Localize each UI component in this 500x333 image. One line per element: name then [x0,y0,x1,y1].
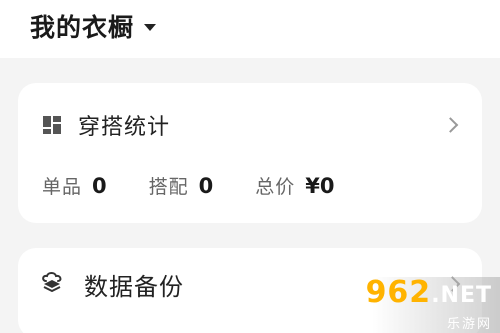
outfit-stats-header[interactable]: 穿搭统计 [42,103,460,147]
watermark-logo: 962.NET 乐游网 [364,277,492,333]
watermark-sub: 乐游网 [446,317,492,332]
stat-total-price-value: ¥0 [305,173,335,198]
top-bar: 我的衣橱 [0,0,500,58]
wardrobe-selector[interactable]: 我的衣橱 [30,6,157,46]
watermark-number: 962 [365,275,432,310]
stat-items-label: 单品 [42,175,83,198]
stat-total-price-label: 总价 [255,175,296,198]
stats-row: 单品 0 搭配 0 总价 ¥0 [42,163,377,207]
chevron-right-icon [442,117,459,133]
stat-items-value: 0 [92,173,107,198]
watermark-main: 962.NET [366,278,492,311]
cloud-stack-icon [40,271,64,297]
caret-down-icon [144,23,157,31]
stat-items: 单品 0 [42,172,107,199]
data-backup-title: 数据备份 [84,272,184,301]
stat-outfits-value: 0 [198,173,214,198]
grid-icon [42,115,62,135]
stat-total-price: 总价 ¥0 [255,172,334,199]
stat-outfits-label: 搭配 [148,175,189,198]
outfit-stats-title: 穿搭统计 [78,115,171,140]
watermark-suffix: .NET [431,283,492,308]
page-title: 我的衣橱 [30,13,135,42]
stat-outfits: 搭配 0 [149,172,214,199]
wardrobe-page: 我的衣橱 穿搭统计 单品 0 搭配 0 总价 ¥0 数据备份 962.NET 乐… [0,0,500,333]
